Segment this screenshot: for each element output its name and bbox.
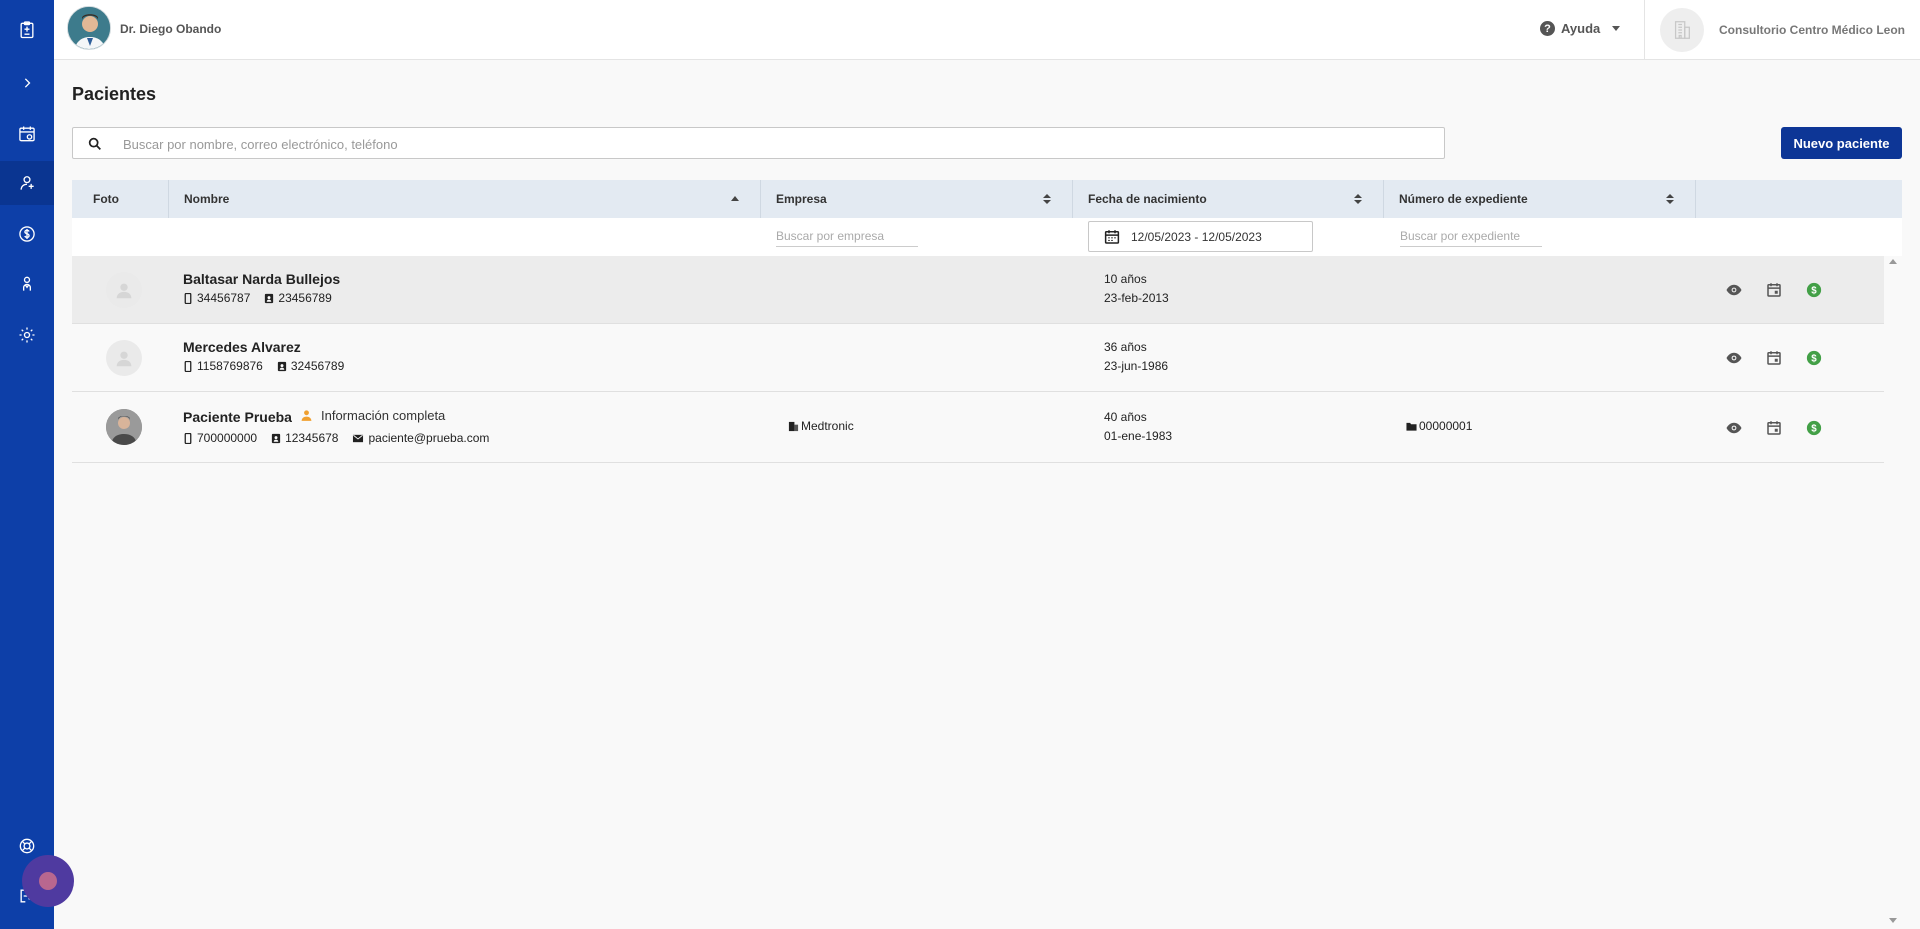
patient-birth-date: 01-ene-1983: [1104, 429, 1173, 443]
row-actions: $: [1725, 419, 1823, 437]
id-card-icon: [277, 361, 286, 371]
billing-icon[interactable]: [0, 212, 54, 256]
column-header-actions: [1696, 180, 1902, 218]
calendar-clock-icon[interactable]: [0, 112, 54, 156]
folder-icon: [1406, 422, 1417, 431]
patient-name[interactable]: Baltasar Narda Bullejos: [183, 271, 340, 287]
calendar-icon: [1104, 229, 1120, 244]
settings-icon[interactable]: [0, 313, 54, 357]
record-filter-input[interactable]: [1400, 225, 1542, 247]
schedule-calendar-icon[interactable]: [1765, 419, 1783, 437]
sort-icon[interactable]: [1353, 193, 1363, 205]
complete-info-tag: Información completa: [300, 408, 445, 423]
filter-row: 12/05/2023 - 12/05/2023: [72, 218, 1902, 256]
patients-icon[interactable]: [0, 161, 54, 205]
patient-age: 10 años: [1104, 272, 1147, 286]
column-header-record[interactable]: Número de expediente: [1384, 180, 1696, 218]
schedule-calendar-icon[interactable]: [1765, 349, 1783, 367]
birth-date-range-filter[interactable]: 12/05/2023 - 12/05/2023: [1088, 221, 1313, 252]
patient-age: 36 años: [1104, 340, 1147, 354]
date-range-value: 12/05/2023 - 12/05/2023: [1131, 229, 1262, 244]
clinic-name[interactable]: Consultorio Centro Médico Leon: [1719, 23, 1905, 37]
help-menu[interactable]: ? Ayuda: [1540, 21, 1621, 36]
payment-money-icon[interactable]: $: [1805, 349, 1823, 367]
person-icon: [301, 410, 312, 421]
sort-icon[interactable]: [1042, 193, 1052, 205]
phone-icon: [184, 292, 192, 304]
expand-sidebar-icon[interactable]: [0, 61, 54, 105]
scroll-up-arrow[interactable]: [1889, 259, 1897, 264]
patient-photo: [106, 409, 142, 445]
email-icon: [353, 434, 364, 442]
search-input[interactable]: [123, 134, 1423, 154]
patient-company: Medtronic: [788, 419, 854, 433]
chevron-down-icon: [1612, 26, 1621, 31]
patient-birth-date: 23-jun-1986: [1104, 359, 1169, 373]
patient-photo-placeholder: [106, 340, 142, 376]
doctor-avatar[interactable]: [67, 6, 111, 50]
chat-icon: [39, 872, 57, 890]
patient-search: [72, 127, 1445, 159]
clipboard-logo-icon[interactable]: [0, 8, 54, 52]
building-icon: [788, 421, 799, 431]
svg-text:$: $: [1811, 423, 1817, 434]
chat-widget-button[interactable]: [22, 855, 74, 907]
payment-money-icon[interactable]: $: [1805, 419, 1823, 437]
patient-contact: 700000000 12345678 paciente@prueba.com: [183, 431, 489, 445]
row-actions: $: [1725, 349, 1823, 367]
doctor-icon[interactable]: [0, 262, 54, 306]
svg-text:$: $: [1811, 353, 1817, 364]
new-patient-button[interactable]: Nuevo paciente: [1781, 127, 1902, 159]
svg-text:$: $: [1811, 285, 1817, 296]
table-row[interactable]: Paciente Prueba Información completa 700…: [72, 392, 1884, 463]
column-header-birth[interactable]: Fecha de nacimiento: [1073, 180, 1384, 218]
top-bar: Dr. Diego Obando ? Ayuda Consultorio Cen…: [54, 0, 1920, 60]
table-row[interactable]: Mercedes Alvarez 1158769876 32456789 36 …: [72, 324, 1884, 392]
doctor-name: Dr. Diego Obando: [120, 22, 222, 36]
patient-record: 00000001: [1406, 419, 1472, 433]
column-header-photo: Foto: [72, 180, 169, 218]
column-header-name[interactable]: Nombre: [169, 180, 761, 218]
company-filter-input[interactable]: [776, 225, 918, 247]
patient-photo-placeholder: [106, 272, 142, 308]
view-eye-icon[interactable]: [1725, 419, 1743, 437]
patient-contact: 34456787 23456789: [183, 291, 332, 305]
view-eye-icon[interactable]: [1725, 281, 1743, 299]
schedule-calendar-icon[interactable]: [1765, 281, 1783, 299]
table-header: Foto Nombre Empresa Fecha de nacimiento …: [72, 180, 1902, 218]
page-title: Pacientes: [72, 84, 157, 104]
help-icon: ?: [1540, 21, 1555, 36]
patient-name[interactable]: Mercedes Alvarez: [183, 339, 301, 355]
column-header-company[interactable]: Empresa: [761, 180, 1073, 218]
phone-icon: [184, 360, 192, 372]
sidebar: [0, 0, 54, 929]
id-card-icon: [265, 293, 274, 303]
patient-contact: 1158769876 32456789: [183, 359, 344, 373]
sort-icon[interactable]: [1665, 193, 1675, 205]
row-actions: $: [1725, 281, 1823, 299]
sort-ascending-icon[interactable]: [730, 193, 740, 205]
view-eye-icon[interactable]: [1725, 349, 1743, 367]
clinic-logo[interactable]: [1660, 8, 1704, 52]
search-icon: [88, 137, 101, 150]
table-row[interactable]: Baltasar Narda Bullejos 34456787 2345678…: [72, 256, 1884, 324]
patient-birth-date: 23-feb-2013: [1104, 291, 1169, 305]
patient-age: 40 años: [1104, 410, 1147, 424]
scroll-down-arrow[interactable]: [1889, 918, 1897, 923]
help-label: Ayuda: [1561, 21, 1601, 36]
id-card-icon: [271, 433, 281, 443]
patient-name[interactable]: Paciente Prueba: [183, 409, 292, 425]
phone-icon: [184, 432, 192, 444]
divider: [1644, 0, 1645, 60]
payment-money-icon[interactable]: $: [1805, 281, 1823, 299]
